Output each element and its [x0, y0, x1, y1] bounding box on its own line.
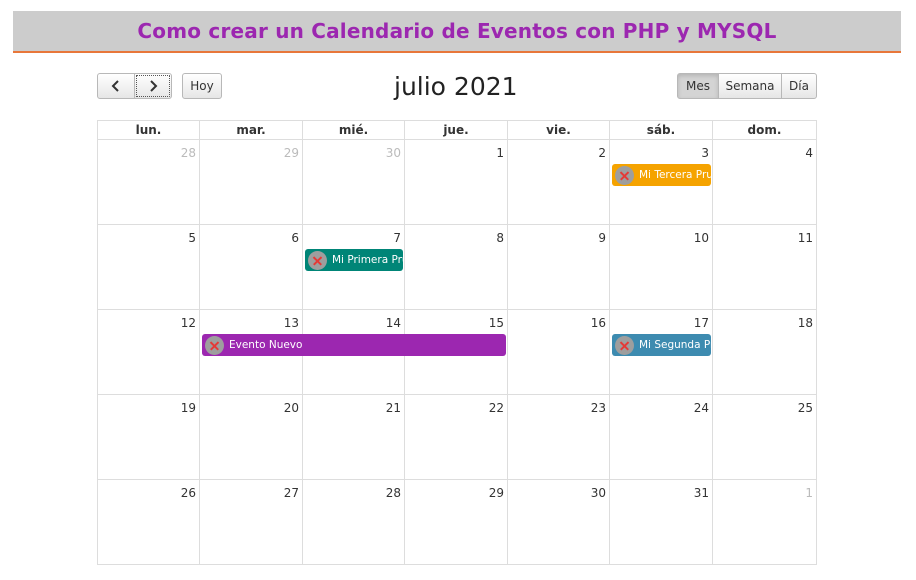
view-day-button[interactable]: Día — [781, 73, 817, 99]
weekday-header-cell: sáb. — [610, 120, 713, 140]
calendar-event[interactable]: Mi Segunda Prueba — [612, 334, 711, 356]
day-number: 6 — [291, 231, 299, 245]
event-title: Mi Primera Prueba — [332, 254, 403, 266]
weekday-header-cell: jue. — [405, 120, 508, 140]
calendar-event[interactable]: Mi Primera Prueba — [305, 249, 403, 271]
page-title: Como crear un Calendario de Eventos con … — [137, 19, 777, 43]
next-month-button[interactable] — [134, 73, 172, 99]
day-cell[interactable]: 21 — [303, 395, 405, 480]
day-number: 12 — [180, 316, 196, 330]
day-cell[interactable]: 22 — [405, 395, 508, 480]
day-number: 1 — [805, 486, 813, 500]
day-number: 1 — [496, 146, 504, 160]
delete-event-icon[interactable] — [205, 335, 224, 355]
day-cell[interactable]: 28 — [303, 480, 405, 565]
day-cell[interactable]: 23 — [508, 395, 610, 480]
day-cell[interactable]: 28 — [97, 140, 200, 225]
day-cell[interactable]: 1 — [713, 480, 817, 565]
day-cell[interactable]: 5 — [97, 225, 200, 310]
today-button[interactable]: Hoy — [182, 73, 222, 99]
day-number: 14 — [385, 316, 401, 330]
day-number: 5 — [188, 231, 196, 245]
day-cell[interactable]: 30 — [508, 480, 610, 565]
day-cell[interactable]: 20 — [200, 395, 303, 480]
day-number: 26 — [180, 486, 196, 500]
day-number: 2 — [598, 146, 606, 160]
day-cell[interactable]: 25 — [713, 395, 817, 480]
day-number: 30 — [590, 486, 606, 500]
day-cell[interactable]: 26 — [97, 480, 200, 565]
day-number: 29 — [488, 486, 504, 500]
day-cell[interactable]: 31 — [610, 480, 713, 565]
day-number: 3 — [701, 146, 709, 160]
day-cell[interactable]: 8 — [405, 225, 508, 310]
calendar-event[interactable]: Evento Nuevo — [202, 334, 506, 356]
chevron-left-icon — [111, 80, 119, 92]
day-cell[interactable]: 30 — [303, 140, 405, 225]
day-cell[interactable]: 1 — [405, 140, 508, 225]
day-number: 16 — [590, 316, 606, 330]
weekday-header-cell: mar. — [200, 120, 303, 140]
weekday-header-cell: dom. — [713, 120, 817, 140]
day-number: 9 — [598, 231, 606, 245]
day-number: 28 — [180, 146, 196, 160]
day-cell[interactable]: 12 — [97, 310, 200, 395]
delete-event-icon[interactable] — [308, 250, 327, 270]
day-cell[interactable]: 18 — [713, 310, 817, 395]
day-number: 4 — [805, 146, 813, 160]
day-number: 19 — [180, 401, 196, 415]
view-week-button[interactable]: Semana — [718, 73, 782, 99]
day-number: 7 — [393, 231, 401, 245]
day-cell[interactable]: 19 — [97, 395, 200, 480]
day-cell[interactable]: 6 — [200, 225, 303, 310]
calendar-event[interactable]: Mi Tercera Prueba — [612, 164, 711, 186]
calendar-title: julio 2021 — [394, 72, 518, 101]
calendar-grid: lun. mar. mié. jue. vie. sáb. dom. 28 29 30 1 2 3 4 5… — [97, 120, 817, 580]
weekday-header-cell: mié. — [303, 120, 405, 140]
day-number: 11 — [797, 231, 813, 245]
day-number: 17 — [693, 316, 709, 330]
day-number: 10 — [693, 231, 709, 245]
day-number: 18 — [797, 316, 813, 330]
chevron-right-icon — [150, 80, 158, 92]
day-number: 28 — [385, 486, 401, 500]
day-number: 8 — [496, 231, 504, 245]
day-cell[interactable]: 29 — [200, 140, 303, 225]
day-cell[interactable]: 27 — [200, 480, 303, 565]
day-number: 15 — [488, 316, 504, 330]
day-cell[interactable]: 16 — [508, 310, 610, 395]
delete-event-icon[interactable] — [615, 165, 634, 185]
day-number: 20 — [283, 401, 299, 415]
day-cell[interactable]: 10 — [610, 225, 713, 310]
event-title: Mi Segunda Prueba — [639, 339, 711, 351]
day-number: 27 — [283, 486, 299, 500]
prev-month-button[interactable] — [97, 73, 135, 99]
event-title: Evento Nuevo — [229, 339, 303, 351]
day-number: 21 — [385, 401, 401, 415]
day-number: 25 — [797, 401, 813, 415]
day-number: 29 — [283, 146, 299, 160]
day-number: 22 — [488, 401, 504, 415]
delete-event-icon[interactable] — [615, 335, 634, 355]
weekday-header-cell: vie. — [508, 120, 610, 140]
day-number: 31 — [693, 486, 709, 500]
day-cell[interactable]: 29 — [405, 480, 508, 565]
day-number: 13 — [283, 316, 299, 330]
event-title: Mi Tercera Prueba — [639, 169, 711, 181]
day-cell[interactable]: 2 — [508, 140, 610, 225]
view-month-button[interactable]: Mes — [677, 73, 719, 99]
day-number: 30 — [385, 146, 401, 160]
day-number: 24 — [693, 401, 709, 415]
weekday-header-cell: lun. — [97, 120, 200, 140]
day-number: 23 — [590, 401, 606, 415]
day-cell[interactable]: 24 — [610, 395, 713, 480]
day-cell[interactable]: 11 — [713, 225, 817, 310]
page-banner: Como crear un Calendario de Eventos con … — [13, 11, 901, 53]
day-cell[interactable]: 9 — [508, 225, 610, 310]
weekday-header: lun. mar. mié. jue. vie. sáb. dom. — [97, 120, 817, 140]
day-cell[interactable]: 4 — [713, 140, 817, 225]
